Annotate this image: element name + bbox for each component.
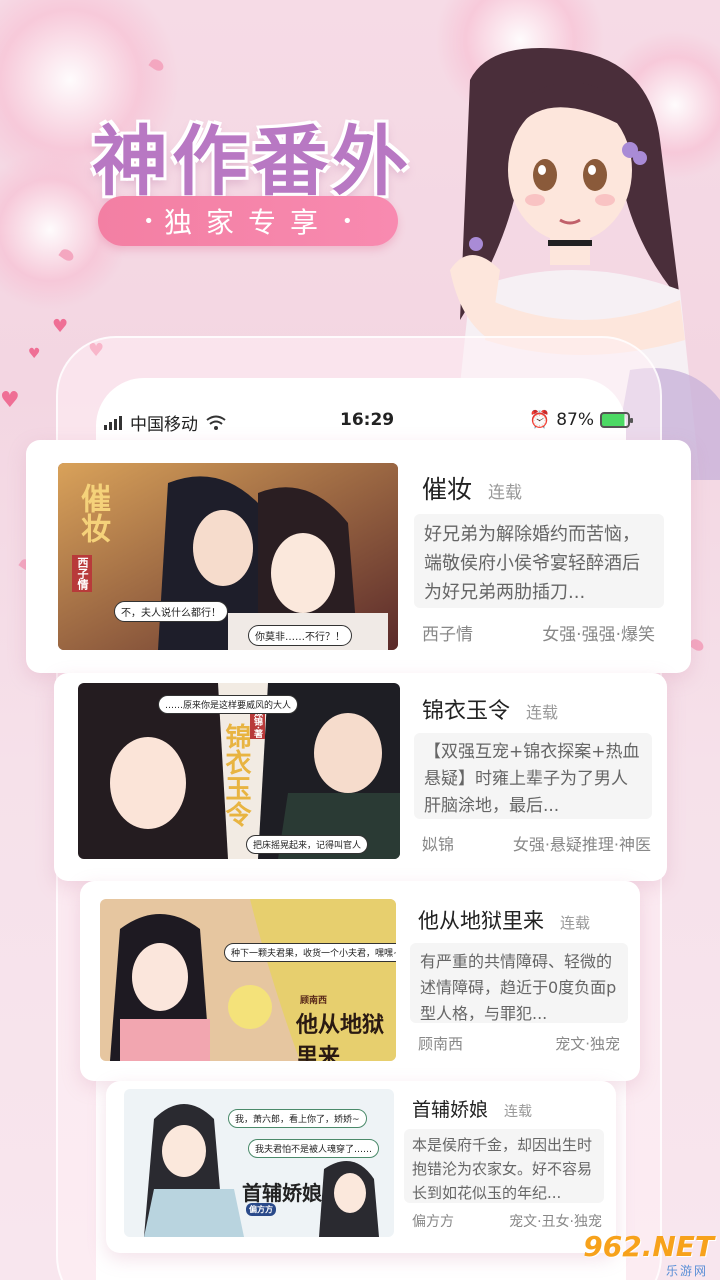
banner-tagline: • 独家专享 • (98, 196, 398, 246)
carrier-label: 中国移动 (130, 415, 198, 435)
speech-bubble: ……原来你是这样要威风的大人 (158, 695, 299, 714)
cover-author: 偏方方 (246, 1203, 276, 1216)
comic-cover[interactable]: 种下一颗夫君果，收货一个小夫君，嘿嘿~ 他从地狱里来 顾南西 (100, 899, 396, 1061)
comic-description: 【双强互宠+锦衣探案+热血悬疑】时雍上辈子为了男人肝脑涂地，最后... (414, 733, 652, 819)
signal-icon (104, 415, 122, 430)
comic-author: 顾南西 (418, 1035, 464, 1053)
comic-description: 好兄弟为解除婚约而苦恼，端敬侯府小侯爷宴轻醉酒后为好兄弟两肋插刀... (414, 514, 664, 608)
dot-icon: • (143, 210, 154, 232)
cover-author: 顾南西 (300, 996, 328, 1006)
comic-tags: 宠文·丑女·独宠 (509, 1214, 602, 1230)
watermark-logo: 962.NET (583, 1230, 714, 1263)
comic-status: 连载 (560, 914, 591, 932)
speech-bubble: 种下一颗夫君果，收货一个小夫君，嘿嘿~ (224, 943, 396, 962)
heart-icon: ♥ (28, 346, 41, 362)
comic-card[interactable]: 种下一颗夫君果，收货一个小夫君，嘿嘿~ 他从地狱里来 顾南西 他从地狱里来 连载… (80, 881, 640, 1081)
battery-icon (600, 412, 633, 428)
status-bar: 中国移动 16:29 ⏰ 87% (100, 404, 633, 438)
comic-title[interactable]: 催妆 (422, 470, 472, 506)
comic-title[interactable]: 锦衣玉令 (422, 693, 510, 725)
speech-bubble: 你莫非……不行？！ (248, 625, 352, 646)
speech-bubble: 我，萧六郎，看上你了，娇娇~ (228, 1109, 367, 1128)
comic-author: 姒锦 (422, 835, 455, 854)
comic-author: 偏方方 (412, 1214, 454, 1230)
cover-title: 首辅娇娘 (242, 1181, 322, 1205)
wifi-icon (206, 415, 226, 430)
speech-bubble: 不，夫人说什么都行！ (114, 601, 228, 622)
comic-cover[interactable]: 锦衣玉令 姒锦·著 ……原来你是这样要威风的大人 把床摇晃起来，记得叫官人 (78, 683, 400, 859)
comic-title[interactable]: 首辅娇娘 (412, 1095, 488, 1122)
clock: 16:29 (340, 410, 395, 430)
banner-headline: 神作番外 (92, 117, 412, 206)
comic-status: 连载 (526, 703, 559, 722)
heart-icon: ♥ (52, 316, 69, 337)
comic-tags: 宠文·独宠 (555, 1035, 620, 1053)
comic-tags: 女强·悬疑推理·神医 (512, 835, 651, 854)
comic-status: 连载 (488, 483, 523, 503)
comic-status: 连载 (504, 1104, 533, 1120)
watermark-site: 乐游网 (665, 1264, 708, 1278)
battery-percent: 87% (556, 410, 594, 430)
comic-card[interactable]: 锦衣玉令 姒锦·著 ……原来你是这样要威风的大人 把床摇晃起来，记得叫官人 锦衣… (54, 673, 667, 881)
comic-card[interactable]: 我，萧六郎，看上你了，娇娇~ 我夫君怕不是被人魂穿了…… 首辅娇娘 偏方方 首辅… (106, 1081, 616, 1253)
comic-cover[interactable]: 催妆 西子情 不，夫人说什么都行！ 你莫非……不行？！ (58, 463, 398, 650)
speech-bubble: 把床摇晃起来，记得叫官人 (246, 835, 369, 854)
cover-author: 西子情 (72, 555, 92, 592)
cover-title: 他从地狱里来 (296, 1012, 385, 1061)
comic-author: 西子情 (422, 625, 473, 645)
speech-bubble: 我夫君怕不是被人魂穿了…… (248, 1139, 380, 1158)
comic-cover[interactable]: 我，萧六郎，看上你了，娇娇~ 我夫君怕不是被人魂穿了…… 首辅娇娘 偏方方 (124, 1089, 394, 1237)
comic-tags: 女强·强强·爆笑 (542, 625, 655, 645)
tagline-text: 独家专享 (163, 206, 332, 239)
alarm-icon: ⏰ (529, 410, 551, 430)
comic-description: 本是侯府千金，却因出生时抱错沦为农家女。好不容易长到如花似玉的年纪... (404, 1129, 604, 1203)
comic-title[interactable]: 他从地狱里来 (418, 905, 544, 935)
heart-icon: ♥ (0, 388, 20, 413)
comic-card[interactable]: 催妆 西子情 不，夫人说什么都行！ 你莫非……不行？！ 催妆 连载 好兄弟为解除… (26, 440, 691, 673)
cover-title: 催妆 (75, 483, 110, 543)
dot-icon: • (342, 210, 353, 232)
comic-description: 有严重的共情障碍、轻微的述情障碍，趋近于0度负面p型人格，与罪犯... (410, 943, 628, 1023)
